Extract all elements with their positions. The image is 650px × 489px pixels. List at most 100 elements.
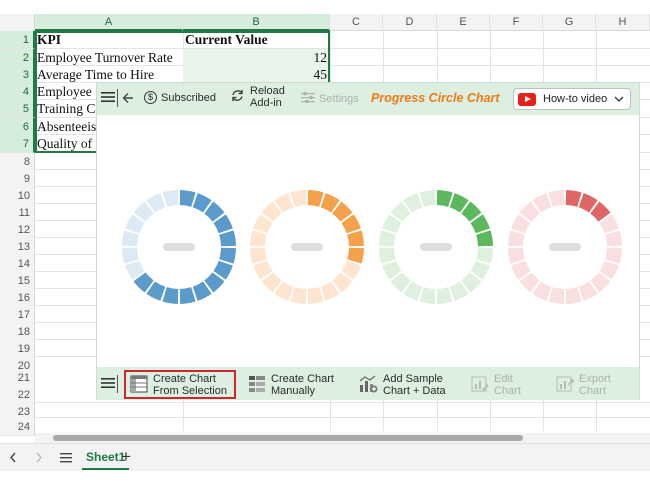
row-header[interactable]: 13 <box>0 238 35 256</box>
row-header[interactable]: 2 <box>0 49 35 67</box>
row-header[interactable]: 8 <box>0 153 35 171</box>
progress-ring <box>122 190 236 304</box>
ring-segment-empty <box>307 287 324 304</box>
table-selection-icon <box>130 375 148 396</box>
row-header[interactable]: 4 <box>0 83 35 101</box>
ring-value-placeholder <box>291 243 323 251</box>
ring-segment-filled <box>347 230 364 247</box>
all-sheets-menu-icon[interactable] <box>60 452 72 466</box>
create-manual-line1: Create Chart <box>271 373 334 385</box>
reload-addin-button[interactable]: Reload Add-in <box>230 85 285 109</box>
horizontal-scrollbar[interactable] <box>35 433 650 443</box>
ring-segment-filled <box>347 247 364 264</box>
ring-segment-empty <box>379 230 396 247</box>
column-header-d[interactable]: D <box>383 14 437 31</box>
row-header[interactable]: 22 <box>0 386 35 404</box>
add-sample-line2: Chart + Data <box>383 385 446 397</box>
row-header[interactable]: 6 <box>0 118 35 136</box>
create-selection-line2: From Selection <box>153 385 227 397</box>
row-header[interactable]: 7 <box>0 135 35 153</box>
addin-brand-title: Progress Circle Chart <box>371 91 500 105</box>
edit-line2: Chart <box>494 385 521 397</box>
ring-segment-empty <box>548 287 565 304</box>
column-header-e[interactable]: E <box>437 14 490 31</box>
sample-chart-icon <box>358 375 378 396</box>
row-header[interactable]: 18 <box>0 323 35 341</box>
edit-line1: Edit <box>494 373 513 385</box>
ring-segment-filled <box>219 247 236 264</box>
row-header[interactable]: 1 <box>0 31 35 49</box>
create-chart-manually-button[interactable]: Create Chart Manually <box>248 373 334 397</box>
back-arrow-icon[interactable] <box>117 89 134 107</box>
edit-chart-button: Edit Chart <box>471 373 521 397</box>
ring-segment-empty <box>162 190 179 207</box>
progress-ring <box>379 190 493 304</box>
row-header[interactable]: 17 <box>0 306 35 324</box>
row-header[interactable]: 11 <box>0 204 35 222</box>
add-sample-chart-button[interactable]: Add Sample Chart + Data <box>358 373 446 397</box>
ring-segment-empty <box>250 230 267 247</box>
row-header[interactable]: 24 <box>0 418 35 436</box>
create-manual-line2: Manually <box>271 385 316 397</box>
column-header-f[interactable]: F <box>490 14 543 31</box>
subscribed-label: Subscribed <box>161 91 217 104</box>
add-sheet-button[interactable]: + <box>121 447 131 467</box>
ring-segment-empty <box>508 247 525 264</box>
bottom-hamburger-menu-icon[interactable] <box>101 377 115 389</box>
column-header-h[interactable]: H <box>596 14 650 31</box>
column-header-row: A B C D E F G H <box>0 14 650 31</box>
table-list-icon <box>248 375 266 396</box>
how-to-video-label: How-to video <box>543 93 608 105</box>
ring-value-placeholder <box>420 243 452 251</box>
edit-chart-icon <box>471 375 489 396</box>
row-header[interactable]: 3 <box>0 66 35 84</box>
column-header-g[interactable]: G <box>543 14 596 31</box>
ring-segment-empty <box>605 247 622 264</box>
row-header[interactable]: 14 <box>0 255 35 273</box>
ring-segment-filled <box>476 230 493 247</box>
hamburger-menu-icon[interactable] <box>101 91 115 103</box>
next-sheet-chevron-icon[interactable] <box>35 452 43 466</box>
ring-segment-empty <box>476 247 493 264</box>
export-line2: Chart <box>579 385 606 397</box>
sheet-tab-bar: Sheet1 + <box>0 443 650 471</box>
ring-segment-empty <box>379 247 396 264</box>
horizontal-scroll-thumb[interactable] <box>53 435 523 441</box>
youtube-icon <box>518 92 536 106</box>
export-chart-button: Export Chart <box>556 373 611 397</box>
row-header[interactable]: 19 <box>0 340 35 358</box>
select-all-corner[interactable] <box>0 14 35 31</box>
add-sample-line1: Add Sample <box>383 373 443 385</box>
how-to-video-dropdown[interactable]: How-to video <box>513 88 631 110</box>
status-area <box>0 471 650 489</box>
ring-segment-empty <box>565 287 582 304</box>
row-header[interactable]: 12 <box>0 221 35 239</box>
column-header-a[interactable]: A <box>35 14 183 31</box>
row-header[interactable]: 10 <box>0 187 35 205</box>
chevron-down-icon <box>614 94 624 106</box>
row-header[interactable]: 21 <box>0 369 35 387</box>
previous-sheet-chevron-icon[interactable] <box>9 452 17 466</box>
row-header[interactable]: 5 <box>0 100 35 118</box>
row-header[interactable]: 15 <box>0 272 35 290</box>
ring-segment-empty <box>548 190 565 207</box>
subscribed-button[interactable]: $ Subscribed <box>144 91 216 104</box>
column-header-c[interactable]: C <box>330 14 383 31</box>
ring-segment-filled <box>565 190 582 207</box>
reload-icon <box>230 89 245 105</box>
create-chart-from-selection-button[interactable]: Create Chart From Selection <box>130 373 227 397</box>
ring-segment-empty <box>122 230 139 247</box>
ring-segment-filled <box>179 287 196 304</box>
ring-segment-filled <box>162 287 179 304</box>
ring-segment-empty <box>419 287 436 304</box>
export-line1: Export <box>579 373 611 385</box>
row-header[interactable]: 9 <box>0 170 35 188</box>
progress-ring <box>250 190 364 304</box>
sheet-tab-label: Sheet1 <box>86 450 126 464</box>
progress-rings-preview <box>122 190 622 304</box>
row-header[interactable]: 16 <box>0 289 35 307</box>
toolbar-divider <box>117 375 118 393</box>
ring-segment-empty <box>605 230 622 247</box>
column-header-b[interactable]: B <box>183 14 330 31</box>
ring-segment-filled <box>179 190 196 207</box>
